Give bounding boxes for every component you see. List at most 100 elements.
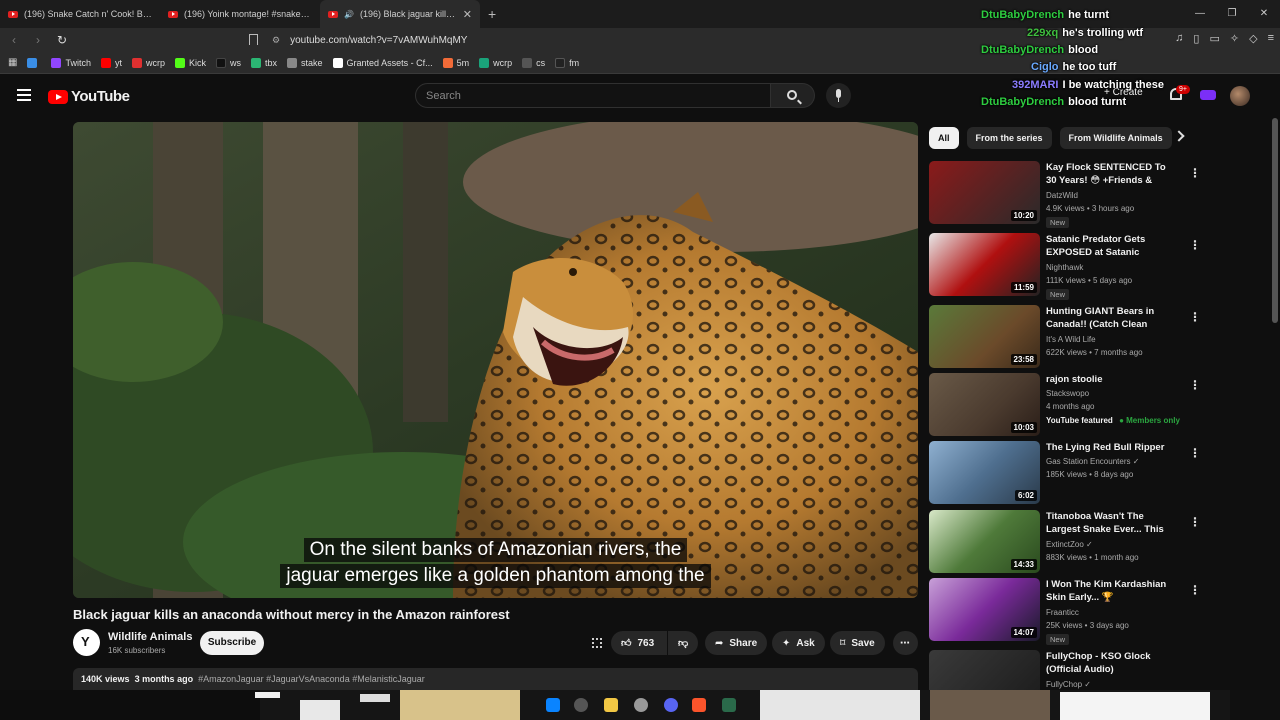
like-button[interactable]: 👍︎ 763: [611, 631, 667, 655]
create-button[interactable]: + Create: [1104, 87, 1143, 98]
discord-icon[interactable]: [664, 698, 678, 712]
voice-search-icon[interactable]: [826, 83, 851, 108]
channel-avatar[interactable]: [73, 629, 100, 656]
rec-channel[interactable]: It's A Wild Life: [1046, 335, 1096, 344]
recommendation-item[interactable]: 6:02 The Lying Red Bull Ripper Gas Stati…: [929, 441, 1189, 505]
rec-channel[interactable]: FullyChop ✓: [1046, 680, 1091, 689]
description-box[interactable]: 140K views 3 months ago #AmazonJaguar #J…: [73, 668, 918, 690]
menu-icon[interactable]: ≡: [1268, 32, 1274, 45]
rec-title[interactable]: The Lying Red Bull Ripper: [1046, 441, 1171, 454]
search-button[interactable]: [771, 83, 815, 108]
rec-title[interactable]: Kay Flock SENTENCED To 30 Years! 😳 +Frie…: [1046, 161, 1171, 187]
settings-taskbar-icon[interactable]: [634, 698, 648, 712]
rec-channel[interactable]: Stackswopo: [1046, 389, 1089, 398]
recommendation-item[interactable]: 11:59 Satanic Predator Gets EXPOSED at S…: [929, 233, 1192, 300]
bookmark-item[interactable]: Kick: [175, 57, 206, 68]
recommendation-item[interactable]: 14:33 Titanoboa Wasn't The Largest Snake…: [929, 510, 1189, 574]
search-input[interactable]: Search: [415, 83, 771, 108]
more-options-icon[interactable]: [1189, 164, 1192, 176]
page-scrollbar[interactable]: [1272, 118, 1278, 323]
recommendation-item[interactable]: 23:58 Hunting GIANT Bears in Canada!! (C…: [929, 305, 1189, 369]
grid-icon[interactable]: [592, 638, 602, 648]
rec-title[interactable]: Hunting GIANT Bears in Canada!! (Catch C…: [1046, 305, 1171, 331]
rec-title[interactable]: I Won The Kim Kardashian Skin Early... 🏆: [1046, 578, 1171, 604]
browser-tab-active[interactable]: 🔊 (196) Black jaguar kills an ana ✕: [320, 0, 480, 28]
rec-title[interactable]: Satanic Predator Gets EXPOSED at Satanic…: [1046, 233, 1171, 259]
chip-from-channel[interactable]: From Wildlife Animals: [1059, 127, 1172, 149]
bookmark-item[interactable]: tbx: [251, 57, 277, 68]
rec-title[interactable]: Titanoboa Wasn't The Largest Snake Ever.…: [1046, 510, 1171, 536]
site-settings-icon[interactable]: ⚙: [272, 35, 280, 46]
terminal-icon[interactable]: [722, 698, 736, 712]
more-options-icon[interactable]: [1189, 581, 1192, 593]
bookmark-item[interactable]: [27, 57, 41, 68]
recommendation-item[interactable]: 14:07 I Won The Kim Kardashian Skin Earl…: [929, 578, 1192, 645]
bookmark-item[interactable]: wcrp: [479, 57, 512, 68]
rec-channel[interactable]: Gas Station Encounters ✓: [1046, 457, 1139, 466]
ask-button[interactable]: ✦ Ask: [772, 631, 825, 655]
video-thumbnail[interactable]: 14:33: [929, 510, 1040, 573]
rec-channel[interactable]: ExtinctZoo ✓: [1046, 540, 1093, 549]
search-taskbar-icon[interactable]: [574, 698, 588, 712]
bookmark-item[interactable]: fm: [555, 57, 579, 68]
new-tab-button[interactable]: +: [488, 6, 496, 22]
chip-all[interactable]: All: [929, 127, 959, 149]
subscribe-button[interactable]: Subscribe: [200, 631, 264, 655]
more-options-icon[interactable]: [1189, 236, 1192, 248]
channel-name[interactable]: Wildlife Animals: [108, 631, 192, 643]
recommendation-item[interactable]: FullyChop - KSO Glock (Official Audio) F…: [929, 650, 1189, 690]
bookmark-item[interactable]: Twitch: [51, 57, 91, 68]
dislike-button[interactable]: 👎︎: [668, 631, 698, 655]
minimize-icon[interactable]: —: [1184, 0, 1216, 28]
browser-tab[interactable]: (196) Snake Catch n' Cook! Biggest s: [0, 0, 160, 28]
bookmark-item[interactable]: wcrp: [131, 57, 165, 68]
more-options-icon[interactable]: [1189, 376, 1192, 388]
forward-icon[interactable]: ›: [28, 33, 48, 47]
youtube-logo[interactable]: YouTube: [48, 88, 130, 105]
more-options-icon[interactable]: [1189, 513, 1192, 525]
bookmark-item[interactable]: stake: [287, 57, 323, 68]
share-button[interactable]: ➦ Share: [705, 631, 768, 655]
video-thumbnail[interactable]: 10:20: [929, 161, 1040, 224]
apps-grid-icon[interactable]: ▦: [8, 57, 17, 68]
rec-channel[interactable]: Nighthawk: [1046, 263, 1083, 272]
video-thumbnail[interactable]: [929, 650, 1040, 690]
video-thumbnail[interactable]: 6:02: [929, 441, 1040, 504]
rec-channel[interactable]: Fraanticc: [1046, 608, 1079, 617]
file-explorer-icon[interactable]: [604, 698, 618, 712]
video-thumbnail[interactable]: 14:07: [929, 578, 1040, 641]
video-player[interactable]: On the silent banks of Amazonian rivers,…: [73, 122, 918, 598]
bookmark-item[interactable]: yt: [100, 57, 122, 68]
chevron-right-icon[interactable]: [1173, 130, 1185, 142]
more-actions-button[interactable]: ⋯: [893, 631, 918, 655]
rec-title[interactable]: rajon stoolie: [1046, 373, 1171, 386]
media-icon[interactable]: ♫: [1175, 32, 1183, 45]
bookmark-item[interactable]: cs: [522, 57, 545, 68]
rec-title[interactable]: FullyChop - KSO Glock (Official Audio): [1046, 650, 1171, 676]
bookmark-item[interactable]: 5m: [442, 57, 469, 68]
extensions-icon[interactable]: ✧: [1230, 32, 1239, 45]
close-window-icon[interactable]: ✕: [1248, 0, 1280, 28]
browser-tab[interactable]: (196) Yoink montage! #snake#wildlif: [160, 0, 320, 28]
recommendation-item[interactable]: 10:20 Kay Flock SENTENCED To 30 Years! 😳…: [929, 161, 1192, 228]
close-tab-icon[interactable]: ✕: [463, 8, 472, 21]
video-thumbnail[interactable]: 10:03: [929, 373, 1040, 436]
url-field[interactable]: ⚙ youtube.com/watch?v=7vAMWuhMqMY: [244, 30, 1004, 50]
bookmark-item[interactable]: Granted Assets - Cf...: [332, 57, 433, 68]
reload-icon[interactable]: ↻: [52, 33, 72, 47]
vpn-icon[interactable]: ◇: [1249, 32, 1257, 45]
brave-browser-icon[interactable]: [692, 698, 706, 712]
wallet-icon[interactable]: ▭: [1209, 32, 1219, 45]
more-options-icon[interactable]: [1189, 444, 1192, 456]
maximize-icon[interactable]: ❐: [1216, 0, 1248, 28]
video-thumbnail[interactable]: 23:58: [929, 305, 1040, 368]
avatar[interactable]: [1230, 86, 1250, 106]
save-button[interactable]: ⌑ Save: [830, 631, 885, 655]
more-options-icon[interactable]: [1189, 308, 1192, 320]
bookmark-item[interactable]: ws: [216, 57, 241, 68]
back-icon[interactable]: ‹: [4, 33, 24, 47]
hamburger-menu-icon[interactable]: [17, 89, 31, 101]
sidebar-icon[interactable]: ▯: [1193, 32, 1199, 45]
chip-from-series[interactable]: From the series: [966, 127, 1052, 149]
recommendation-item[interactable]: 10:03 rajon stoolie Stackswopo 4 months …: [929, 373, 1189, 437]
